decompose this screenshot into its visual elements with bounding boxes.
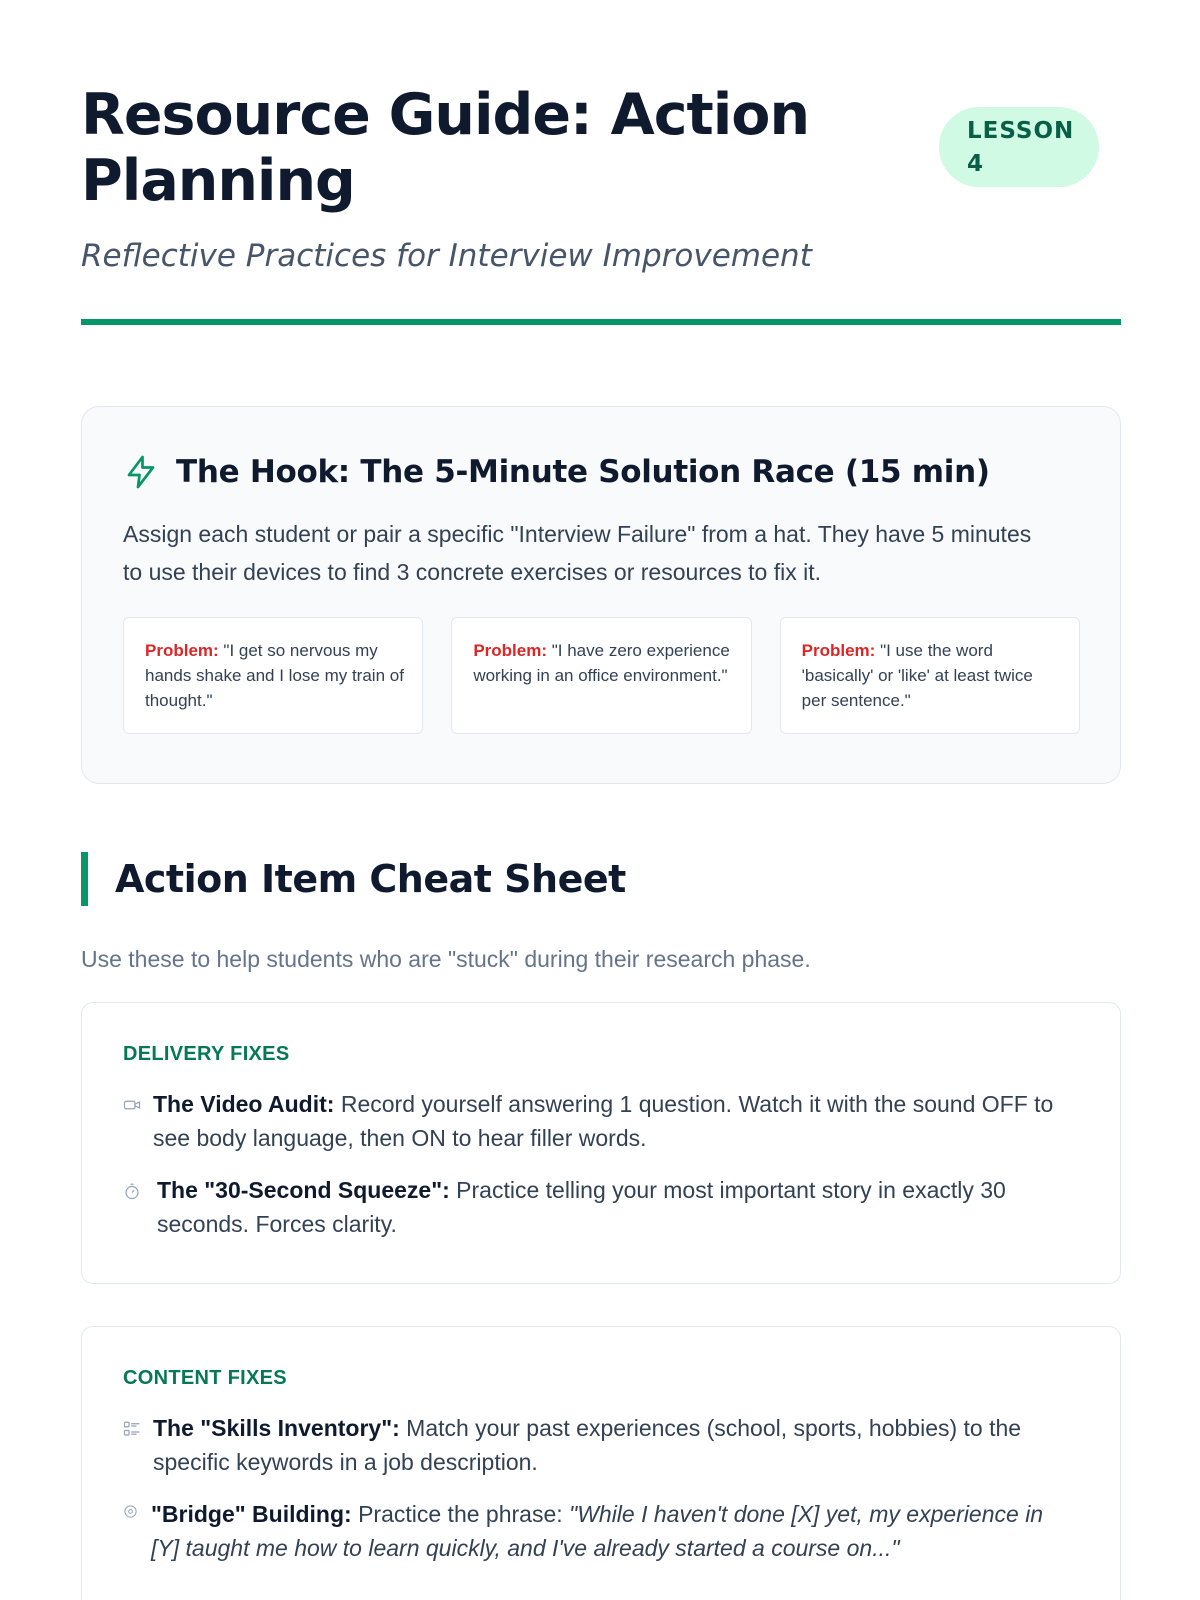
cheat-sheet-header: Action Item Cheat Sheet bbox=[81, 852, 1099, 906]
fix-name: The "30-Second Squeeze": bbox=[157, 1177, 450, 1203]
hook-description: Assign each student or pair a specific "… bbox=[123, 521, 1032, 585]
section-accent-bar bbox=[81, 852, 88, 906]
list-item: The "Skills Inventory": Match your past … bbox=[123, 1411, 1060, 1479]
delivery-fixes-card: DELIVERY FIXES The Video Audit: Record y… bbox=[81, 1002, 1121, 1284]
page: Resource Guide: Action Planning LESSON 4… bbox=[0, 0, 1200, 1600]
fix-name: The Video Audit: bbox=[153, 1091, 335, 1117]
content-fixes-card: CONTENT FIXES The "Skills Inventory": Ma… bbox=[81, 1326, 1121, 1600]
video-camera-icon bbox=[123, 1100, 141, 1110]
list-item: "Bridge" Building: Practice the phrase: … bbox=[123, 1497, 1060, 1565]
fix-name: "Bridge" Building: bbox=[151, 1501, 352, 1527]
section-intro: Use these to help students who are "stuc… bbox=[81, 946, 811, 972]
lightning-bolt-icon bbox=[127, 455, 155, 489]
hook-header: The Hook: The 5-Minute Solution Race (15… bbox=[123, 447, 1080, 497]
target-icon bbox=[124, 1505, 137, 1518]
fix-text: Practice the phrase: bbox=[351, 1501, 570, 1527]
page-subtitle: Reflective Practices for Interview Impro… bbox=[81, 238, 812, 274]
delivery-fixes-list: The Video Audit: Record yourself answeri… bbox=[123, 1087, 1060, 1241]
content-fixes-list: The "Skills Inventory": Match your past … bbox=[123, 1411, 1060, 1565]
section-title: Action Item Cheat Sheet bbox=[115, 857, 626, 901]
checklist-icon bbox=[123, 1421, 140, 1436]
problem-card: Problem: "I use the word 'basically' or … bbox=[779, 617, 1080, 734]
header-divider bbox=[81, 319, 1121, 325]
problem-label: Problem: bbox=[473, 641, 548, 660]
problem-label: Problem: bbox=[145, 641, 219, 660]
list-item: The Video Audit: Record yourself answeri… bbox=[123, 1087, 1060, 1155]
lesson-badge: LESSON 4 bbox=[939, 107, 1099, 187]
problem-label: Problem: bbox=[801, 641, 876, 660]
problem-card: Problem: "I have zero experience working… bbox=[451, 617, 752, 734]
page-title: Resource Guide: Action Planning bbox=[81, 82, 810, 214]
stopwatch-icon bbox=[125, 1183, 139, 1200]
fix-name: The "Skills Inventory": bbox=[153, 1415, 400, 1441]
problem-list: Problem: "I get so nervous my hands shak… bbox=[123, 617, 1080, 734]
list-item: The "30-Second Squeeze": Practice tellin… bbox=[123, 1173, 1060, 1241]
content-fixes-label: CONTENT FIXES bbox=[123, 1367, 287, 1389]
hook-card: The Hook: The 5-Minute Solution Race (15… bbox=[81, 406, 1121, 784]
hook-title: The Hook: The 5-Minute Solution Race (15… bbox=[176, 454, 990, 490]
problem-card: Problem: "I get so nervous my hands shak… bbox=[123, 617, 424, 734]
header: Resource Guide: Action Planning LESSON 4… bbox=[81, 0, 1121, 325]
delivery-fixes-label: DELIVERY FIXES bbox=[123, 1043, 290, 1065]
